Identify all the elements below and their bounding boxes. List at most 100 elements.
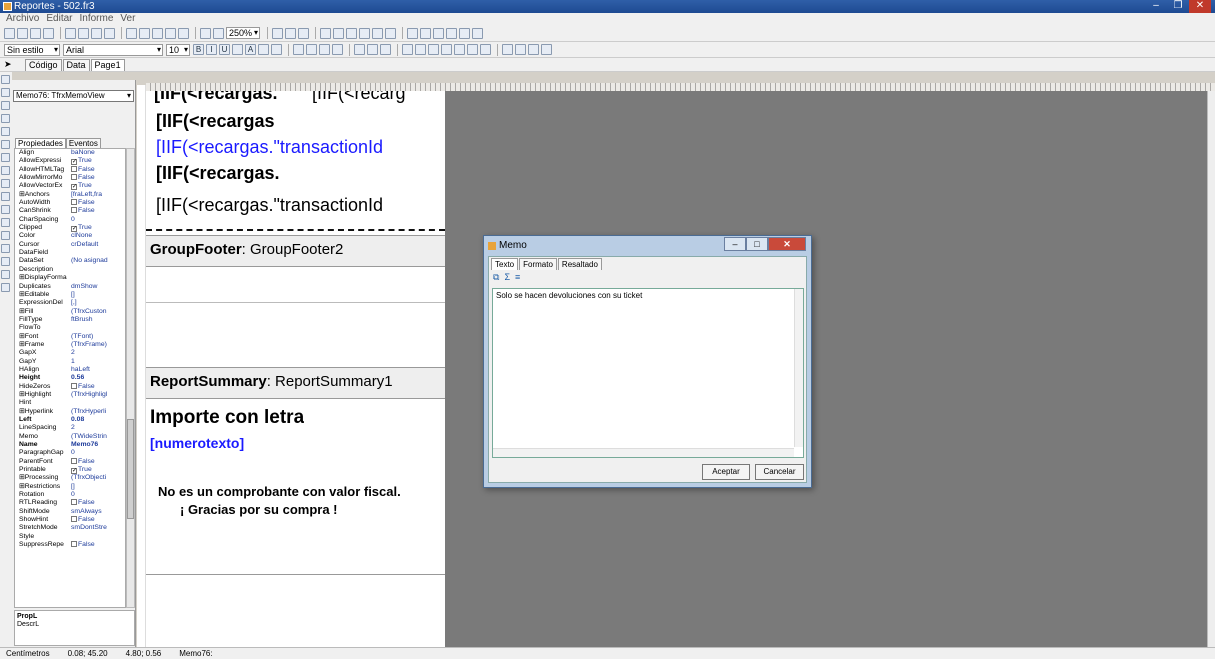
property-value[interactable]: 1 bbox=[71, 358, 125, 366]
frame-color-icon[interactable] bbox=[515, 44, 526, 55]
property-value[interactable]: [fraLeft,fra bbox=[71, 191, 125, 199]
valign-center-icon[interactable] bbox=[367, 44, 378, 55]
minimize-button[interactable]: – bbox=[1145, 0, 1167, 13]
property-value[interactable]: 0.08 bbox=[71, 416, 125, 424]
center-h-icon[interactable] bbox=[433, 27, 444, 39]
property-row[interactable]: ⊞Anchors [fraLeft,fra bbox=[15, 191, 125, 199]
checkbox-icon[interactable] bbox=[71, 207, 78, 214]
property-row[interactable]: HideZeros False bbox=[15, 382, 125, 391]
property-row[interactable]: RTLReading False bbox=[15, 499, 125, 507]
property-value[interactable]: (TFont) bbox=[71, 333, 125, 341]
property-value[interactable]: (TWideStrin bbox=[71, 433, 125, 441]
insert-aggregate-icon[interactable]: Σ bbox=[504, 272, 510, 283]
property-value[interactable] bbox=[71, 274, 125, 282]
font-size-combo[interactable]: 10 bbox=[166, 43, 190, 56]
redo-icon[interactable] bbox=[178, 27, 189, 39]
property-value[interactable]: [] bbox=[71, 291, 125, 299]
text-left-icon[interactable] bbox=[293, 44, 304, 55]
property-value[interactable] bbox=[71, 266, 125, 274]
property-value[interactable]: 2 bbox=[71, 424, 125, 432]
property-row[interactable]: Rotation 0 bbox=[15, 491, 125, 499]
highlight-icon[interactable] bbox=[258, 44, 269, 55]
space-h-icon[interactable] bbox=[407, 27, 418, 39]
align-middle-icon[interactable] bbox=[372, 27, 383, 39]
dialog-close-button[interactable]: ✕ bbox=[768, 237, 806, 251]
memo-text-area[interactable]: Solo se hacen devoluciones con su ticket bbox=[492, 288, 804, 458]
property-row[interactable]: ShowHint False bbox=[15, 516, 125, 524]
memo-iif-4[interactable]: [IIF(<recargas. bbox=[156, 163, 280, 184]
valign-top-icon[interactable] bbox=[354, 44, 365, 55]
property-row[interactable]: GapX 2 bbox=[15, 349, 125, 357]
subreport-icon[interactable] bbox=[1, 166, 10, 175]
thanks-note[interactable]: ¡ Gracias por su compra ! bbox=[180, 502, 338, 517]
property-value[interactable]: False bbox=[71, 165, 125, 174]
frame-left-icon[interactable] bbox=[428, 44, 439, 55]
valign-bottom-icon[interactable] bbox=[380, 44, 391, 55]
property-value[interactable]: haLeft bbox=[71, 366, 125, 374]
property-row[interactable]: Printable True bbox=[15, 466, 125, 475]
word-wrap-icon[interactable]: ≡ bbox=[515, 272, 520, 283]
property-row[interactable]: ⊞Font (TFont) bbox=[15, 333, 125, 341]
property-value[interactable] bbox=[71, 399, 125, 407]
more-objects-icon[interactable] bbox=[1, 283, 10, 292]
property-row[interactable]: AllowHTMLTag False bbox=[15, 165, 125, 174]
property-value[interactable]: (TfrxCuston bbox=[71, 308, 125, 316]
tab-data[interactable]: Data bbox=[62, 59, 90, 71]
text-tool-icon[interactable] bbox=[1, 101, 10, 110]
property-value[interactable]: baNone bbox=[71, 149, 125, 157]
align-top-icon[interactable] bbox=[359, 27, 370, 39]
property-value[interactable]: smAlways bbox=[71, 508, 125, 516]
grid-icon[interactable] bbox=[272, 27, 283, 39]
property-row[interactable]: ⊞DisplayForma bbox=[15, 274, 125, 282]
picture-icon[interactable] bbox=[1, 153, 10, 162]
checkbox-icon[interactable] bbox=[71, 165, 78, 172]
text-center-icon[interactable] bbox=[306, 44, 317, 55]
numerotexto-field[interactable]: [numerotexto] bbox=[150, 435, 244, 451]
property-value[interactable]: 0 bbox=[71, 216, 125, 224]
richtext-icon[interactable] bbox=[1, 244, 10, 253]
checkbox-icon[interactable] bbox=[71, 174, 78, 181]
cut-icon[interactable] bbox=[126, 27, 137, 39]
design-scrollbar[interactable] bbox=[1207, 91, 1215, 647]
center-v-icon[interactable] bbox=[446, 27, 457, 39]
align-center-icon[interactable] bbox=[333, 27, 344, 39]
checkbox-icon[interactable] bbox=[71, 226, 78, 233]
memo-iif-1b[interactable]: [IIF(<recarg bbox=[312, 91, 406, 104]
group-footer-band[interactable]: GroupFooter: GroupFooter2 bbox=[146, 235, 445, 267]
chart-icon[interactable] bbox=[1, 257, 10, 266]
fit-grid-icon[interactable] bbox=[298, 27, 309, 39]
cross-icon[interactable] bbox=[1, 270, 10, 279]
property-value[interactable]: [] bbox=[71, 483, 125, 491]
property-value[interactable]: (TfrxFrame) bbox=[71, 341, 125, 349]
property-value[interactable]: clNone bbox=[71, 232, 125, 240]
tab-page1[interactable]: Page1 bbox=[90, 59, 125, 71]
object-selector[interactable]: Memo76: TfrxMemoView ▾ bbox=[13, 90, 134, 102]
property-row[interactable]: DataSet (No asignad bbox=[15, 257, 125, 265]
tab-resaltado[interactable]: Resaltado bbox=[557, 258, 602, 270]
italic-icon[interactable]: I bbox=[206, 44, 217, 55]
property-row[interactable]: ⊞Hyperlink (TfrxHyperli bbox=[15, 408, 125, 416]
fiscal-note[interactable]: No es un comprobante con valor fiscal. bbox=[158, 484, 401, 499]
property-row[interactable]: ⊞Editable [] bbox=[15, 291, 125, 299]
property-row[interactable]: Memo (TWideStrin bbox=[15, 433, 125, 441]
tab-formato[interactable]: Formato bbox=[519, 258, 557, 270]
new-page-icon[interactable] bbox=[78, 27, 89, 39]
property-row[interactable]: AutoWidth False bbox=[15, 199, 125, 207]
delete-page-icon[interactable] bbox=[104, 27, 115, 39]
checkbox-icon[interactable] bbox=[1, 192, 10, 201]
property-value[interactable]: (TfrxHyperli bbox=[71, 408, 125, 416]
copy-icon[interactable] bbox=[139, 27, 150, 39]
checkbox-icon[interactable] bbox=[71, 468, 78, 475]
property-value[interactable]: False bbox=[71, 516, 125, 524]
property-row[interactable]: Hint bbox=[15, 399, 125, 407]
dialog-minimize-button[interactable]: – bbox=[724, 237, 746, 251]
close-button[interactable]: ✕ bbox=[1189, 0, 1211, 13]
property-value[interactable]: True bbox=[71, 157, 125, 166]
save-icon[interactable] bbox=[30, 27, 41, 39]
property-value[interactable]: 2 bbox=[71, 349, 125, 357]
property-row[interactable]: Left 0.08 bbox=[15, 416, 125, 424]
font-combo[interactable]: Arial bbox=[63, 43, 163, 56]
font-color-icon[interactable]: A bbox=[245, 44, 256, 55]
text-vscroll[interactable] bbox=[794, 289, 803, 447]
property-value[interactable]: (TfrxHighligl bbox=[71, 391, 125, 399]
